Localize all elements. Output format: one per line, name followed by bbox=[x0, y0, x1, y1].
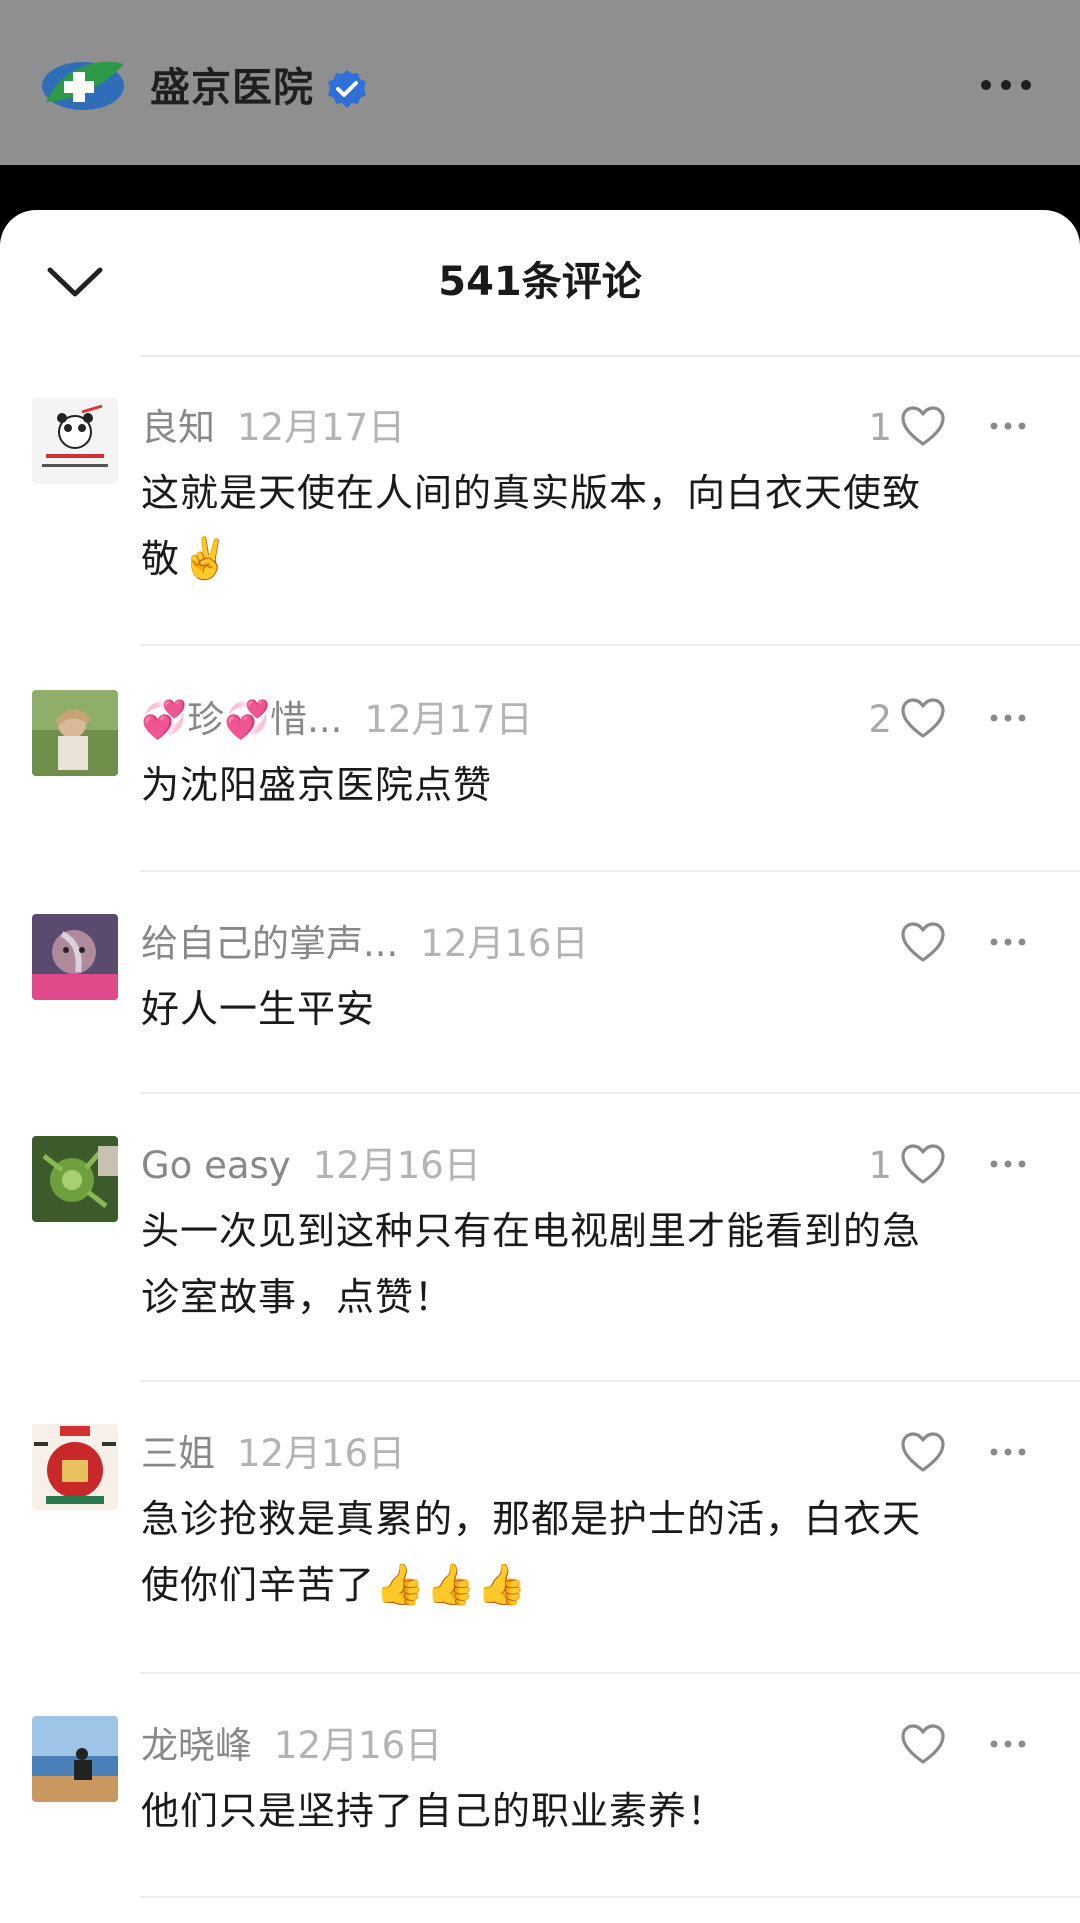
comment-body: 这就是天使在人间的真实版本，向白衣天使致敬 bbox=[141, 471, 922, 581]
divider bbox=[140, 644, 1080, 646]
heart-icon[interactable] bbox=[900, 1432, 946, 1474]
username[interactable]: 三姐 bbox=[141, 1432, 215, 1475]
username[interactable]: 良知 bbox=[141, 406, 215, 449]
username[interactable]: 给自己的掌声... bbox=[141, 922, 398, 965]
like-count: 1 bbox=[868, 1144, 892, 1187]
heart-icon[interactable] bbox=[900, 406, 946, 448]
comment-date: 12月16日 bbox=[420, 922, 589, 965]
more-dots-icon[interactable] bbox=[988, 1444, 1028, 1460]
comment-text: 急诊抢救是真累的，那都是护士的活，白衣天使你们辛苦了👍👍👍 bbox=[141, 1486, 941, 1618]
more-dots-icon[interactable] bbox=[988, 1156, 1028, 1172]
like-count: 1 bbox=[868, 406, 892, 449]
avatar[interactable] bbox=[32, 690, 118, 776]
divider bbox=[140, 1092, 1080, 1094]
comment-date: 12月17日 bbox=[364, 698, 533, 741]
comment-meta: 良知 12月17日 bbox=[141, 402, 405, 454]
comment-meta: 龙晓峰 12月16日 bbox=[141, 1720, 442, 1772]
more-options-icon[interactable] bbox=[976, 70, 1036, 100]
comment-text: 好人一生平安 bbox=[141, 987, 376, 1031]
hospital-logo[interactable] bbox=[40, 50, 126, 122]
heart-icon[interactable] bbox=[900, 1724, 946, 1766]
heart-icon[interactable] bbox=[900, 922, 946, 964]
avatar[interactable] bbox=[32, 1716, 118, 1802]
comment-text: 他们只是坚持了自己的职业素养！ bbox=[141, 1789, 727, 1833]
avatar[interactable] bbox=[32, 398, 118, 484]
comment-text: 这就是天使在人间的真实版本，向白衣天使致敬✌️ bbox=[141, 460, 941, 592]
comments-sheet-header: 541条评论 bbox=[0, 210, 1080, 355]
divider bbox=[140, 1380, 1080, 1382]
avatar[interactable] bbox=[32, 914, 118, 1000]
username[interactable]: 💞珍💞惜... bbox=[141, 698, 342, 741]
divider bbox=[140, 1672, 1080, 1674]
comment-text: 为沈阳盛京医院点赞 bbox=[141, 763, 493, 807]
comment-meta: 三姐 12月16日 bbox=[141, 1428, 405, 1480]
more-dots-icon[interactable] bbox=[988, 418, 1028, 434]
comment-meta: 给自己的掌声... 12月16日 bbox=[141, 918, 588, 970]
account-header: 盛京医院 bbox=[0, 0, 1080, 165]
comment-date: 12月16日 bbox=[312, 1144, 481, 1187]
comment-body: 急诊抢救是真累的，那都是护士的活，白衣天使你们辛苦了 bbox=[141, 1497, 922, 1607]
verified-badge-icon bbox=[328, 70, 366, 108]
comment-meta: 💞珍💞惜... 12月17日 bbox=[141, 694, 533, 746]
comment-count-title: 541条评论 bbox=[438, 259, 642, 305]
avatar[interactable] bbox=[32, 1136, 118, 1222]
account-name[interactable]: 盛京医院 bbox=[150, 60, 314, 116]
username[interactable]: Go easy bbox=[141, 1144, 291, 1187]
comment-date: 12月17日 bbox=[237, 406, 406, 449]
like-count: 2 bbox=[868, 698, 892, 741]
heart-icon[interactable] bbox=[900, 1144, 946, 1186]
comment-meta: Go easy 12月16日 bbox=[141, 1140, 481, 1192]
divider bbox=[140, 870, 1080, 872]
comments-sheet: 541条评论 良知 12月17日 1 这就是天使在人间的真实版本，向白衣天使致敬✌… bbox=[0, 210, 1080, 1923]
more-dots-icon[interactable] bbox=[988, 934, 1028, 950]
heart-icon[interactable] bbox=[900, 698, 946, 740]
username[interactable]: 龙晓峰 bbox=[141, 1724, 252, 1767]
victory-hand-emoji: ✌️ bbox=[180, 536, 231, 582]
comment-date: 12月16日 bbox=[237, 1432, 406, 1475]
more-dots-icon[interactable] bbox=[988, 710, 1028, 726]
thumbs-up-emoji: 👍👍👍 bbox=[375, 1562, 528, 1608]
comment-date: 12月16日 bbox=[274, 1724, 443, 1767]
divider bbox=[140, 355, 1080, 357]
divider bbox=[140, 1896, 1080, 1898]
avatar[interactable] bbox=[32, 1424, 118, 1510]
more-dots-icon[interactable] bbox=[988, 1736, 1028, 1752]
comment-text: 头一次见到这种只有在电视剧里才能看到的急诊室故事，点赞！ bbox=[141, 1209, 922, 1319]
